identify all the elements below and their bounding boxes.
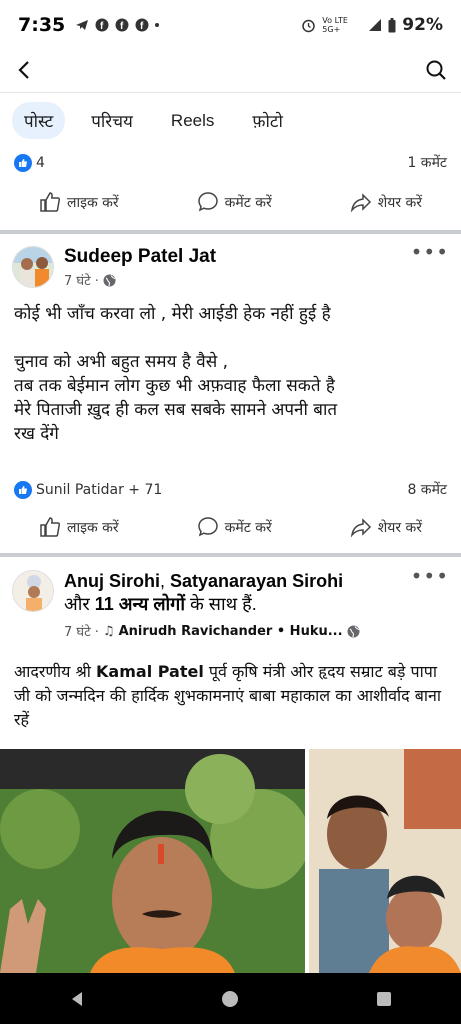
- comment-label: कमेंट करें: [224, 194, 272, 211]
- prev-comment-count[interactable]: 1 कमेंट: [407, 153, 447, 172]
- share-button[interactable]: शेयर करें: [350, 191, 422, 213]
- post1-line: चुनाव को अभी बहुत समय है वैसे ,: [14, 352, 229, 372]
- share-icon: [350, 518, 371, 538]
- post2-text: आदरणीय श्री Kamal Patel पूर्व कृषि मंत्र…: [14, 660, 451, 732]
- telegram-icon: [76, 20, 89, 30]
- post1-more-icon[interactable]: •••: [411, 240, 449, 264]
- prev-post-actions: लाइक करें कमेंट करें शेयर करें: [0, 191, 461, 213]
- nav-back-icon[interactable]: [68, 990, 86, 1008]
- post-divider: [0, 230, 461, 234]
- post2-with-prefix: और: [64, 594, 95, 614]
- like-label: लाइक करें: [66, 194, 119, 211]
- top-nav: [0, 50, 461, 90]
- share-label: शेयर करें: [377, 194, 423, 211]
- app-root: 7:35 f f f Vo LTE 5G+ 92% पोस्ट परिचय Re…: [0, 0, 461, 1024]
- like-label: लाइक करें: [66, 519, 119, 536]
- post2-author-a[interactable]: Anuj Sirohi: [64, 571, 160, 591]
- status-notification-icons: f f f: [75, 18, 160, 32]
- status-system-icons: Vo LTE 5G+ 92%: [301, 15, 443, 35]
- dot-icon: [155, 23, 160, 27]
- prev-post-stats: 4 1 कमेंट: [14, 153, 447, 172]
- avatar[interactable]: [12, 570, 54, 612]
- post2-header: Anuj Sirohi, Satyanarayan Sirohi और 11 अ…: [12, 570, 449, 640]
- post2-sep: ,: [160, 571, 171, 591]
- like-badge-icon: [14, 153, 32, 172]
- post2-more-icon[interactable]: •••: [411, 564, 449, 588]
- like-button[interactable]: लाइक करें: [39, 516, 119, 538]
- tab-reels[interactable]: Reels: [159, 104, 226, 138]
- prev-like-count[interactable]: 4: [14, 153, 45, 172]
- comment-icon: [197, 192, 218, 212]
- share-icon: [350, 193, 371, 213]
- post1-time[interactable]: 7 घंटे ·: [64, 271, 99, 289]
- post2-meta: 7 घंटे · ♫ Anirudh Ravichander • Huku...: [64, 622, 424, 640]
- post2-music-link[interactable]: Anirudh Ravichander • Huku...: [119, 624, 343, 639]
- comment-label: कमेंट करें: [224, 519, 272, 536]
- post2-title: Anuj Sirohi, Satyanarayan Sirohi और 11 अ…: [64, 570, 424, 616]
- search-icon[interactable]: [425, 59, 447, 81]
- nav-divider: [0, 92, 461, 93]
- post2-with-suffix: के साथ हैं.: [184, 594, 257, 614]
- thumbs-up-icon: [40, 192, 61, 212]
- post-divider: [0, 553, 461, 557]
- status-time: 7:35: [18, 14, 66, 36]
- thumbs-up-icon: [40, 517, 61, 537]
- like-button[interactable]: लाइक करें: [39, 191, 119, 213]
- system-nav-bar: [0, 973, 461, 1024]
- tab-photos[interactable]: फ़ोटो: [240, 102, 294, 139]
- signal-icon: [369, 19, 382, 31]
- profile-tabs: पोस्ट परिचय Reels फ़ोटो: [12, 102, 295, 139]
- back-arrow-icon[interactable]: [14, 59, 36, 81]
- post2-time[interactable]: 7 घंटे ·: [64, 622, 99, 640]
- globe-icon: [347, 625, 360, 637]
- post2-text-prefix: आदरणीय श्री: [14, 662, 97, 681]
- post1-text: कोई भी जाँच करवा लो , मेरी आईडी हेक नहीं…: [14, 302, 451, 446]
- post2-others-link[interactable]: 11 अन्य लोगों: [95, 594, 185, 614]
- post1-header: Sudeep Patel Jat 7 घंटे ·: [12, 246, 449, 289]
- nav-home-icon[interactable]: [221, 990, 239, 1008]
- alarm-icon: [302, 19, 316, 32]
- post1-line: कोई भी जाँच करवा लो , मेरी आईडी हेक नहीं…: [14, 304, 331, 324]
- globe-icon: [103, 274, 116, 286]
- share-label: शेयर करें: [377, 519, 423, 536]
- post1-line: मेरे पिताजी ख़ुद ही कल सब सबके सामने अपन…: [14, 400, 338, 420]
- network-label: Vo LTE 5G+: [322, 16, 348, 34]
- comment-icon: [197, 517, 218, 537]
- post1-line: तब तक बेईमान लोग कुछ भी अफ़वाह फैला सकते…: [14, 376, 335, 396]
- battery-icon: [388, 17, 396, 32]
- status-bar: 7:35 f f f Vo LTE 5G+ 92%: [0, 0, 461, 50]
- post1-reactions[interactable]: Sunil Patidar + 71: [14, 480, 163, 499]
- post1-line: रख देंगे: [14, 424, 59, 444]
- post2-photo-side[interactable]: [309, 749, 461, 973]
- comment-button[interactable]: कमेंट करें: [197, 516, 272, 538]
- reaction-text: Sunil Patidar + 71: [36, 481, 163, 498]
- facebook-icon: f: [115, 18, 129, 32]
- post1-stats: Sunil Patidar + 71 8 कमेंट: [14, 480, 447, 499]
- avatar[interactable]: [12, 246, 54, 288]
- tab-posts[interactable]: पोस्ट: [12, 102, 66, 139]
- post2-photo-main[interactable]: [0, 749, 305, 973]
- like-badge-icon: [14, 480, 32, 499]
- post1-actions: लाइक करें कमेंट करें शेयर करें: [0, 516, 461, 538]
- tab-about[interactable]: परिचय: [79, 102, 145, 139]
- comment-button[interactable]: कमेंट करें: [197, 191, 272, 213]
- post1-author-name[interactable]: Sudeep Patel Jat: [64, 246, 216, 268]
- post1-comment-count[interactable]: 8 कमेंट: [407, 480, 447, 499]
- like-count-text: 4: [36, 154, 45, 171]
- post2-author-b[interactable]: Satyanarayan Sirohi: [170, 571, 343, 591]
- share-button[interactable]: शेयर करें: [350, 516, 422, 538]
- nav-recents-icon[interactable]: [375, 990, 393, 1008]
- post1-meta: 7 घंटे ·: [64, 271, 216, 289]
- facebook-icon: f: [95, 18, 109, 32]
- music-note-icon: ♫: [102, 623, 115, 639]
- facebook-icon: f: [135, 18, 149, 32]
- battery-percent: 92%: [402, 15, 443, 35]
- post2-tagged-name[interactable]: Kamal Patel: [96, 662, 204, 681]
